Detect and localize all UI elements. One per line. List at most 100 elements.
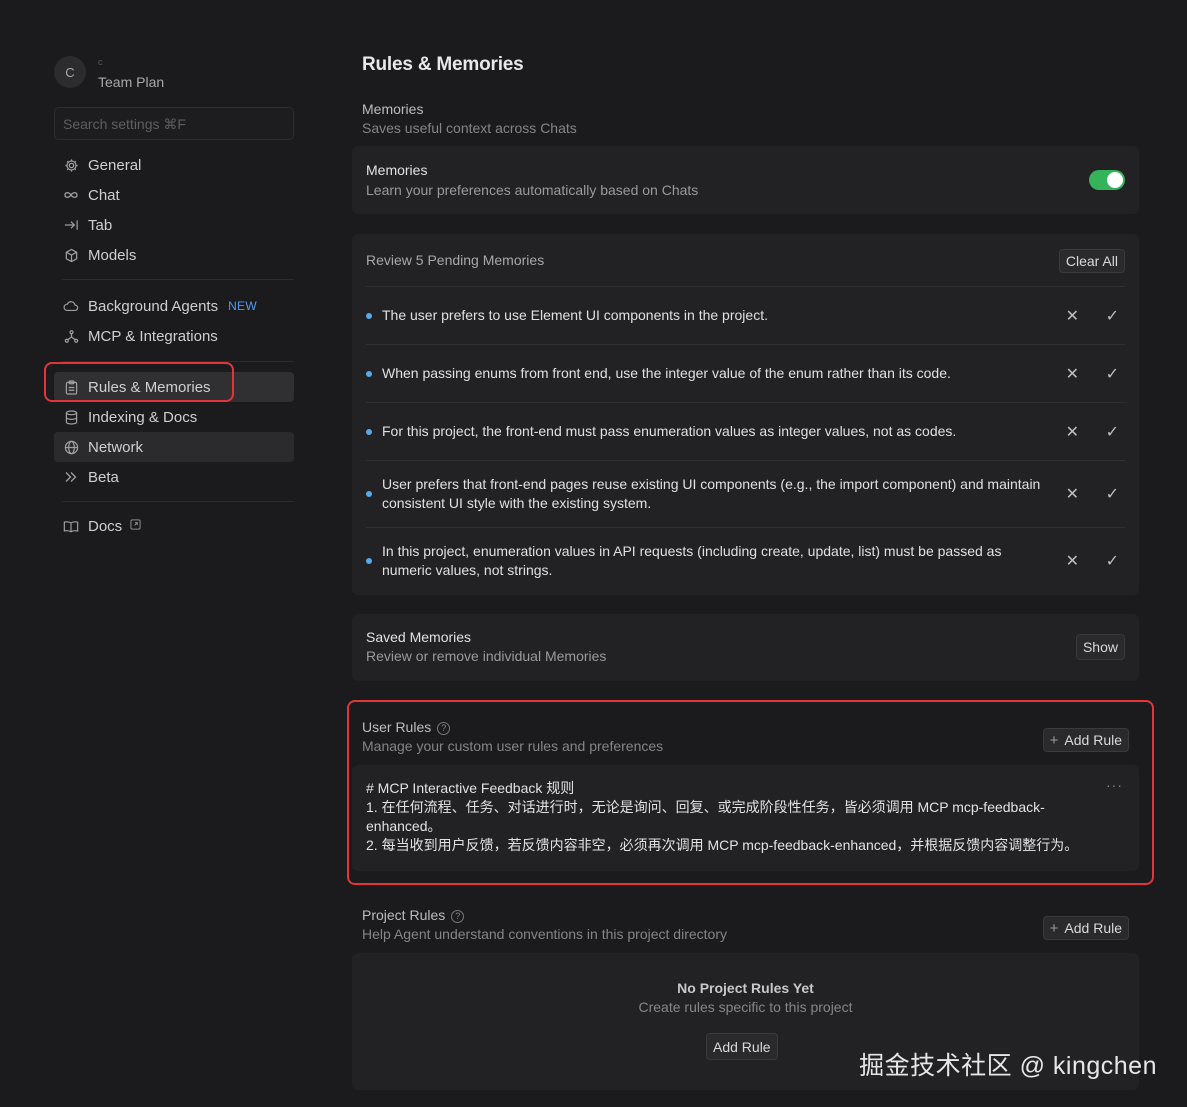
pending-memory-row: For this project, the front-end must pas… — [366, 402, 1125, 460]
book-icon — [62, 517, 80, 535]
globe-icon — [62, 438, 80, 456]
accept-check-icon[interactable]: ✓ — [1106, 364, 1119, 384]
pending-memory-row: When passing enums from front end, use t… — [366, 344, 1125, 402]
accept-check-icon[interactable]: ✓ — [1106, 484, 1119, 504]
infinity-icon — [62, 186, 80, 204]
section-desc: Manage your custom user rules and prefer… — [362, 738, 664, 754]
sidebar-item-label: MCP & Integrations — [88, 327, 218, 345]
arrow-right-to-line-icon — [62, 216, 80, 234]
sidebar-item-background-agents[interactable]: Background Agents NEW — [54, 291, 294, 321]
watermark: 掘金技术社区 @ kingchen — [859, 1052, 1157, 1080]
settings-sidebar: C c Team Plan General Chat Tab Models — [0, 0, 320, 1107]
cloud-icon — [62, 297, 80, 315]
user-rules-header: User Rules? Manage your custom user rule… — [362, 719, 663, 754]
plus-icon: + — [1049, 731, 1059, 749]
toggle-knob — [1107, 172, 1123, 188]
saved-memories-card: Saved Memories Review or remove individu… — [352, 614, 1139, 681]
rule-line: 2. 每当收到用户反馈，若反馈内容非空，必须再次调用 MCP mcp-feedb… — [366, 837, 1079, 853]
reject-x-icon[interactable]: ✕ — [1066, 551, 1079, 571]
bullet-dot — [366, 557, 372, 564]
memory-text: User prefers that front-end pages reuse … — [382, 476, 1041, 511]
add-user-rule-button[interactable]: + Add Rule — [1042, 728, 1129, 752]
rule-line: 1. 在任何流程、任务、对话进行时，无论是询问、回复、或完成阶段性任务，皆必须调… — [366, 799, 1045, 834]
search-settings-input[interactable] — [54, 107, 294, 140]
pending-memories-card: Review 5 Pending Memories Clear All The … — [352, 234, 1139, 595]
empty-state-title: No Project Rules Yet — [677, 980, 814, 996]
sidebar-item-docs[interactable]: Docs — [54, 511, 294, 541]
accept-check-icon[interactable]: ✓ — [1106, 306, 1119, 326]
more-options-icon[interactable]: ··· — [1106, 777, 1123, 793]
reject-x-icon[interactable]: ✕ — [1066, 484, 1079, 504]
empty-state-desc: Create rules specific to this project — [638, 999, 853, 1015]
sidebar-item-label: General — [88, 156, 142, 174]
clipboard-icon — [62, 378, 80, 396]
reject-x-icon[interactable]: ✕ — [1066, 422, 1079, 442]
memory-text: The user prefers to use Element UI compo… — [382, 307, 768, 323]
sidebar-item-rules-memories[interactable]: Rules & Memories — [54, 372, 294, 402]
bullet-dot — [366, 370, 372, 377]
section-title: Memories — [362, 101, 424, 117]
user-rule-card[interactable]: # MCP Interactive Feedback 规则 1. 在任何流程、任… — [352, 765, 1139, 871]
help-icon[interactable]: ? — [437, 721, 451, 735]
reject-x-icon[interactable]: ✕ — [1066, 306, 1079, 326]
pending-memory-row: In this project, enumeration values in A… — [366, 527, 1125, 593]
sidebar-item-chat[interactable]: Chat — [54, 180, 294, 210]
project-rules-header: Project Rules? Help Agent understand con… — [362, 907, 727, 942]
double-chevron-right-icon — [62, 468, 80, 486]
sidebar-divider — [62, 501, 294, 502]
reject-x-icon[interactable]: ✕ — [1066, 364, 1079, 384]
sidebar-item-label: Docs — [88, 517, 123, 535]
rule-line: # MCP Interactive Feedback 规则 — [366, 780, 575, 796]
sidebar-item-label: Indexing & Docs — [88, 408, 198, 426]
add-project-rule-empty-button[interactable]: Add Rule — [706, 1033, 778, 1060]
card-title: Memories — [366, 162, 428, 178]
gear-icon — [62, 156, 80, 174]
section-desc: Help Agent understand conventions in thi… — [362, 926, 727, 942]
network-nodes-icon — [62, 327, 80, 345]
memory-text: For this project, the front-end must pas… — [382, 423, 957, 439]
memories-toggle-card: Memories Learn your preferences automati… — [352, 146, 1139, 214]
plus-icon: + — [1049, 919, 1059, 937]
sidebar-item-label: Background Agents — [88, 297, 219, 315]
section-title: Project Rules — [362, 907, 446, 923]
sidebar-item-label: Network — [88, 438, 144, 456]
button-label: Add Rule — [1064, 920, 1122, 936]
sidebar-divider — [62, 361, 294, 362]
profile-plan: Team Plan — [98, 74, 165, 90]
sidebar-item-label: Rules & Memories — [88, 378, 211, 396]
card-desc: Review or remove individual Memories — [366, 648, 607, 664]
clear-all-button[interactable]: Clear All — [1058, 249, 1125, 273]
accept-check-icon[interactable]: ✓ — [1106, 551, 1119, 571]
memory-text: When passing enums from front end, use t… — [382, 365, 951, 381]
sidebar-divider — [62, 279, 294, 280]
profile: C c Team Plan — [54, 56, 164, 90]
database-icon — [62, 408, 80, 426]
sidebar-item-label: Models — [88, 246, 137, 264]
sidebar-item-general[interactable]: General — [54, 150, 294, 180]
pending-memories-heading: Review 5 Pending Memories — [366, 252, 545, 268]
add-project-rule-button[interactable]: + Add Rule — [1042, 916, 1129, 940]
memory-text: In this project, enumeration values in A… — [382, 542, 1002, 578]
help-icon[interactable]: ? — [451, 909, 465, 923]
memories-toggle[interactable] — [1089, 170, 1125, 190]
sidebar-item-label: Beta — [88, 468, 119, 486]
section-title: User Rules — [362, 719, 432, 735]
bullet-dot — [366, 491, 372, 497]
show-saved-memories-button[interactable]: Show — [1075, 634, 1125, 660]
new-badge: NEW — [228, 299, 257, 313]
bullet-dot — [366, 428, 372, 435]
card-title: Saved Memories — [366, 629, 472, 645]
sidebar-item-mcp-integrations[interactable]: MCP & Integrations — [54, 321, 294, 351]
sidebar-item-tab[interactable]: Tab — [54, 210, 294, 240]
memories-section-header: Memories Saves useful context across Cha… — [362, 101, 577, 136]
sidebar-item-network[interactable]: Network — [54, 432, 294, 462]
card-desc: Learn your preferences automatically bas… — [366, 182, 699, 198]
button-label: Add Rule — [1064, 732, 1122, 748]
sidebar-item-models[interactable]: Models — [54, 240, 294, 270]
profile-email: c — [98, 57, 103, 67]
sidebar-item-indexing-docs[interactable]: Indexing & Docs — [54, 402, 294, 432]
sidebar-item-beta[interactable]: Beta — [54, 462, 294, 492]
avatar: C — [54, 56, 86, 88]
accept-check-icon[interactable]: ✓ — [1106, 422, 1119, 442]
sidebar-item-label: Tab — [88, 216, 113, 234]
